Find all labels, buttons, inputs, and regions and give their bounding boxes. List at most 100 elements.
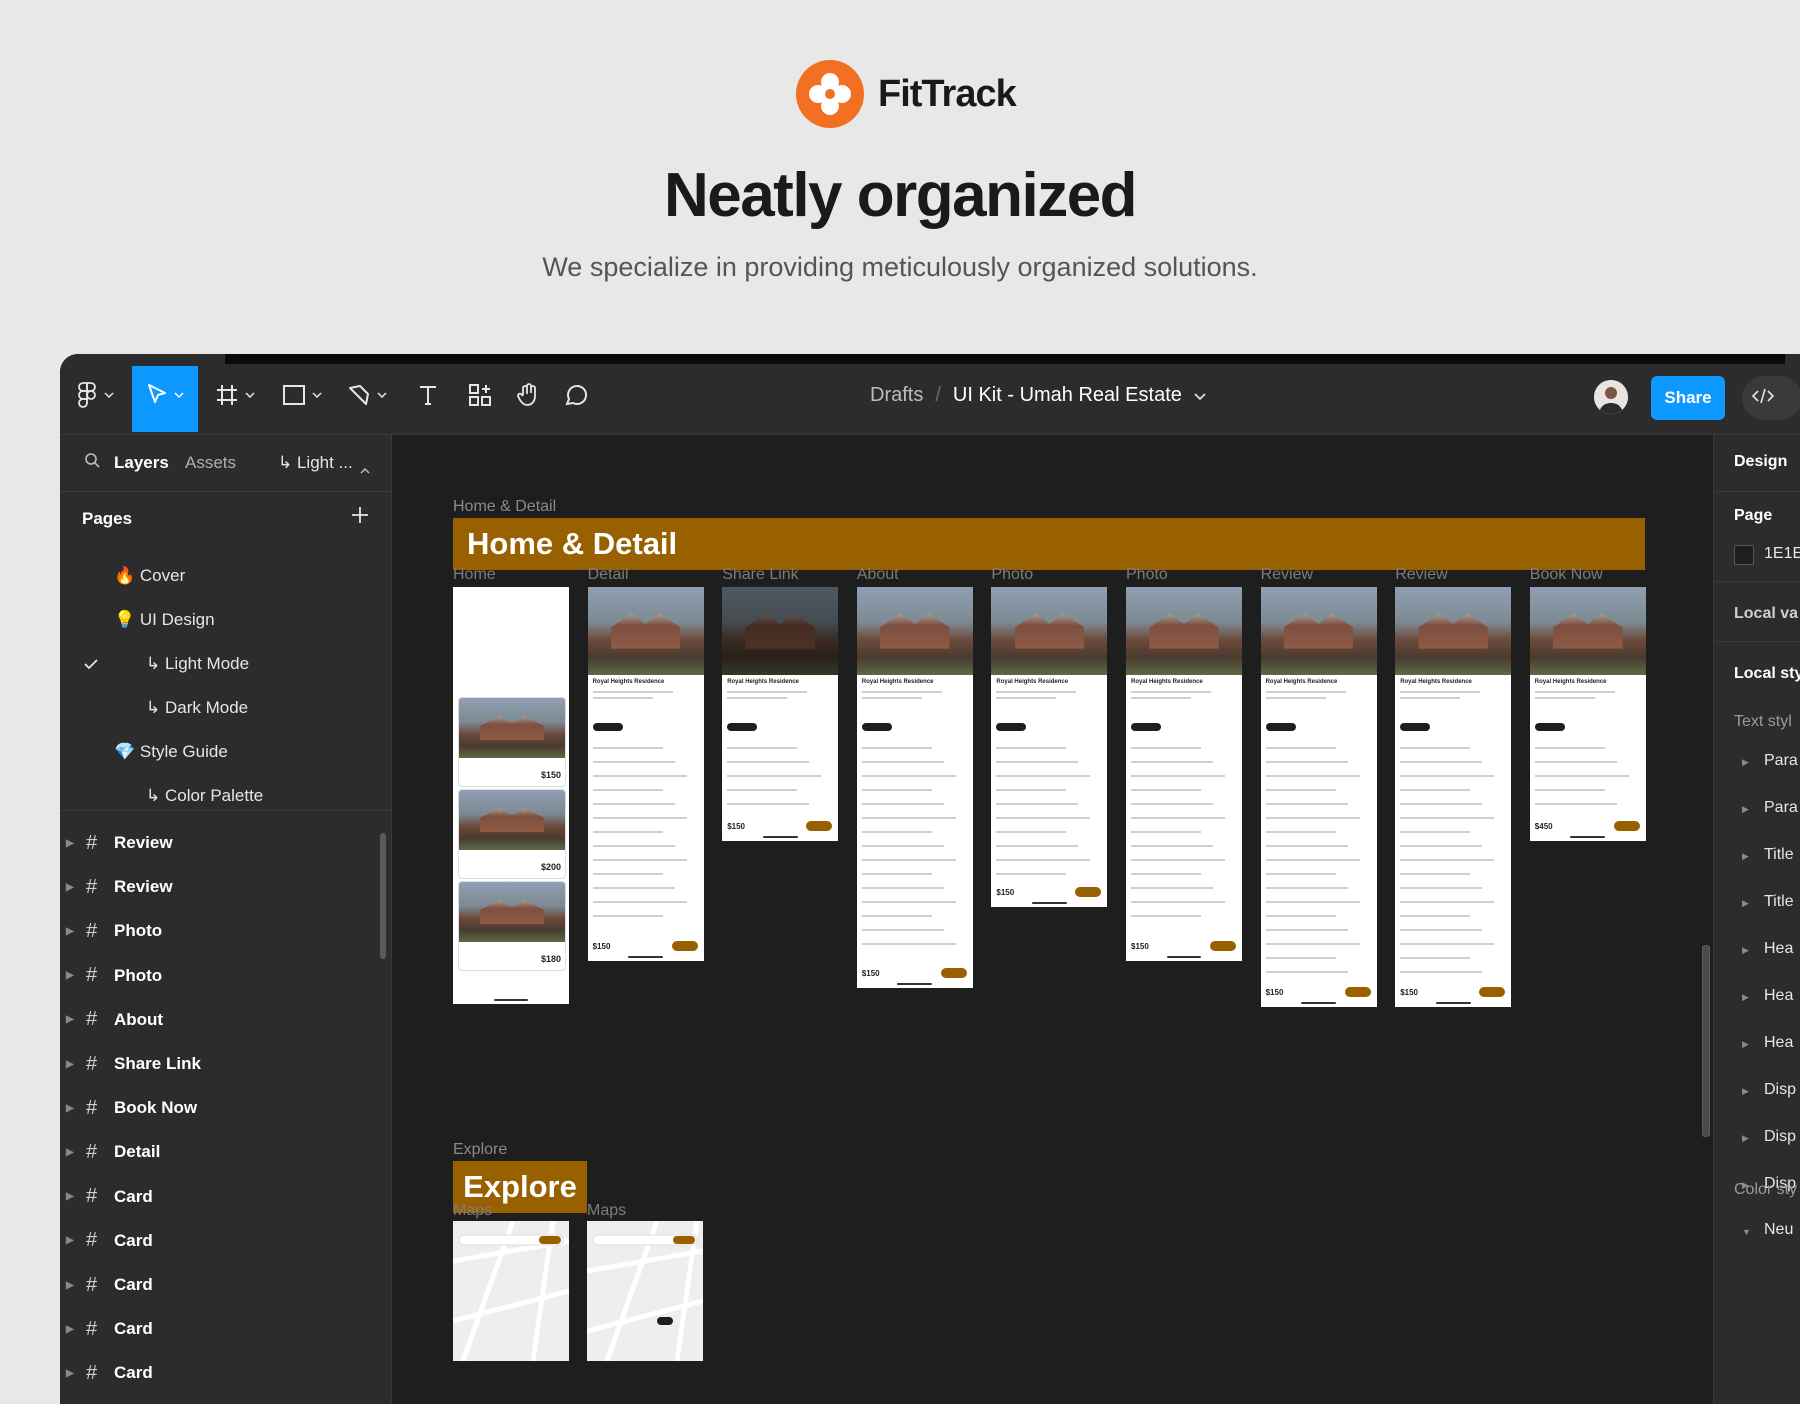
dev-mode-toggle[interactable] <box>1742 376 1800 420</box>
chevron-right-icon[interactable]: ▶ <box>66 1059 74 1070</box>
chevron-down-icon[interactable]: ▼ <box>1742 1227 1751 1237</box>
page-item-cover[interactable]: 🔥 Cover <box>114 566 185 586</box>
resources-button[interactable] <box>468 376 492 414</box>
chevron-right-icon[interactable]: ▶ <box>66 882 74 893</box>
chevron-right-icon[interactable]: ▶ <box>66 970 74 981</box>
move-tool-button[interactable] <box>146 376 184 414</box>
frame-maps[interactable] <box>587 1221 703 1361</box>
chevron-right-icon[interactable]: ▶ <box>1742 898 1749 909</box>
chevron-right-icon[interactable]: ▶ <box>1742 1039 1749 1050</box>
layer-row[interactable]: ▶ # Card <box>60 1175 391 1219</box>
chevron-right-icon[interactable]: ▶ <box>66 1147 74 1158</box>
frame-tool-button[interactable] <box>215 376 255 414</box>
share-button[interactable]: Share <box>1651 376 1725 420</box>
frame-screen[interactable]: Royal Heights Residence $150 <box>991 587 1108 907</box>
book-now-button[interactable] <box>1210 941 1236 951</box>
book-now-button[interactable] <box>806 821 833 831</box>
chevron-up-icon[interactable] <box>360 459 370 479</box>
chevron-down-icon[interactable] <box>1194 384 1206 407</box>
color-style-item[interactable]: Neu <box>1764 1221 1793 1239</box>
text-style-item[interactable]: Title <box>1764 846 1794 864</box>
chevron-right-icon[interactable]: ▶ <box>66 1324 74 1335</box>
book-now-button[interactable] <box>1075 887 1102 897</box>
text-style-item[interactable]: Para <box>1764 752 1798 770</box>
frame-screen[interactable]: Royal Heights Residence $150 <box>587 587 704 961</box>
local-variables[interactable]: Local va <box>1734 605 1798 623</box>
page-item-style-guide[interactable]: 💎 Style Guide <box>114 742 228 762</box>
tab-layers[interactable]: Layers <box>114 453 169 473</box>
layer-row[interactable]: ▶ # Review <box>60 865 391 909</box>
chevron-right-icon[interactable]: ▶ <box>66 926 74 937</box>
chevron-right-icon[interactable]: ▶ <box>1742 992 1749 1003</box>
page-item-color-palette[interactable]: ↳ Color Palette <box>146 786 263 806</box>
book-now-button[interactable] <box>1344 987 1371 997</box>
text-style-item[interactable]: Disp <box>1764 1128 1796 1146</box>
text-style-item[interactable]: Title <box>1764 893 1794 911</box>
layer-row[interactable]: ▶ # Card <box>60 1219 391 1263</box>
frame-maps[interactable] <box>453 1221 569 1361</box>
hand-tool-button[interactable] <box>516 376 542 414</box>
chevron-right-icon[interactable]: ▶ <box>66 838 74 849</box>
add-page-icon[interactable] <box>348 503 372 527</box>
layer-row[interactable]: ▶ # Photo <box>60 909 391 953</box>
chevron-right-icon[interactable]: ▶ <box>1742 1133 1749 1144</box>
tab-assets[interactable]: Assets <box>185 453 236 473</box>
page-item-light-mode[interactable]: ↳ Light Mode <box>146 654 249 674</box>
shape-tool-button[interactable] <box>282 376 322 414</box>
chevron-right-icon[interactable]: ▶ <box>66 1103 74 1114</box>
book-now-button[interactable] <box>1479 987 1506 997</box>
frame-screen[interactable]: Royal Heights Residence $150 <box>722 587 839 841</box>
chevron-right-icon[interactable]: ▶ <box>66 1368 74 1379</box>
avatar[interactable] <box>1594 380 1628 414</box>
chevron-right-icon[interactable]: ▶ <box>1742 1086 1749 1097</box>
breadcrumb-drafts[interactable]: Drafts <box>870 384 923 407</box>
layer-row[interactable]: ▶ # Review <box>60 821 391 865</box>
chevron-right-icon[interactable]: ▶ <box>1742 945 1749 956</box>
listing-card[interactable]: $180 <box>458 881 566 971</box>
search-icon[interactable] <box>84 452 100 473</box>
layer-row[interactable]: ▶ # Book Now <box>60 1086 391 1130</box>
frame-screen[interactable]: Royal Heights Residence $150 <box>1260 587 1377 1007</box>
chevron-right-icon[interactable]: ▶ <box>1742 757 1749 768</box>
frame-screen[interactable]: Royal Heights Residence $150 <box>856 587 973 988</box>
book-now-button[interactable] <box>671 941 698 951</box>
page-color-value[interactable]: 1E1E <box>1764 545 1800 563</box>
layer-row[interactable]: ▶ # Card <box>60 1307 391 1351</box>
book-now-button[interactable] <box>1613 821 1640 831</box>
layer-row[interactable]: ▶ # Detail <box>60 1130 391 1174</box>
chevron-right-icon[interactable]: ▶ <box>66 1280 74 1291</box>
frame-screen[interactable]: Royal Heights Residence $150 <box>1126 587 1242 961</box>
current-page-selector[interactable]: ↳ Light ... <box>278 453 353 473</box>
listing-card[interactable]: $150 <box>458 697 566 787</box>
page-item-ui-design[interactable]: 💡 UI Design <box>114 610 215 630</box>
canvas-scrollbar[interactable] <box>1702 945 1710 1137</box>
text-style-item[interactable]: Hea <box>1764 987 1793 1005</box>
layer-row[interactable]: ▶ # Card <box>60 1263 391 1307</box>
text-style-item[interactable]: Hea <box>1764 1034 1793 1052</box>
text-tool-button[interactable] <box>416 376 440 414</box>
frame-screen[interactable]: $150 $200 $180 <box>453 587 569 1004</box>
tab-design[interactable]: Design <box>1734 453 1787 471</box>
chevron-right-icon[interactable]: ▶ <box>66 1191 74 1202</box>
main-menu-button[interactable] <box>76 376 114 414</box>
layers-scrollbar[interactable] <box>380 833 386 959</box>
chevron-right-icon[interactable]: ▶ <box>66 1014 74 1025</box>
canvas[interactable]: Home & Detail Home & Detail Home $150 $200… <box>392 435 1712 1404</box>
book-now-button[interactable] <box>940 968 967 978</box>
comment-tool-button[interactable] <box>564 376 588 414</box>
layer-row[interactable]: ▶ # Card <box>60 1351 391 1395</box>
layer-row[interactable]: ▶ # About <box>60 998 391 1042</box>
page-color-swatch[interactable] <box>1734 545 1754 565</box>
layer-row[interactable]: ▶ # Share Link <box>60 1042 391 1086</box>
text-style-item[interactable]: Para <box>1764 799 1798 817</box>
chevron-right-icon[interactable]: ▶ <box>1742 851 1749 862</box>
listing-card[interactable]: $200 <box>458 789 566 879</box>
frame-screen[interactable]: Royal Heights Residence $150 <box>1395 587 1512 1007</box>
chevron-right-icon[interactable]: ▶ <box>66 1235 74 1246</box>
frame-screen[interactable]: Royal Heights Residence $450 <box>1529 587 1646 841</box>
pen-tool-button[interactable] <box>347 376 387 414</box>
layer-row[interactable]: ▶ # Photo <box>60 954 391 998</box>
chevron-right-icon[interactable]: ▶ <box>1742 804 1749 815</box>
text-style-item[interactable]: Disp <box>1764 1081 1796 1099</box>
section-banner[interactable]: Home & Detail <box>453 518 1645 570</box>
